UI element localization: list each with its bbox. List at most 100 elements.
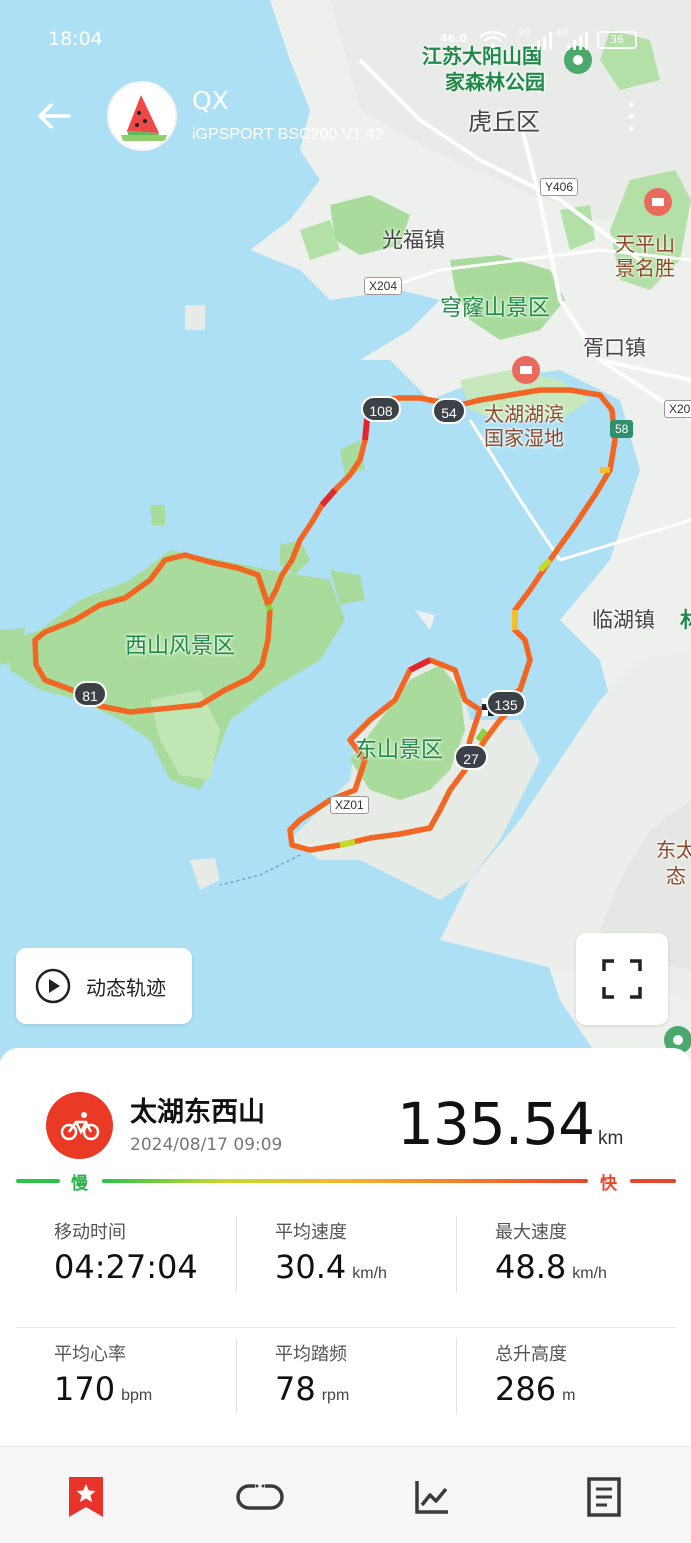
map-label-dongtai: 态: [666, 864, 686, 888]
km-marker: 81: [73, 681, 107, 707]
legend-gradient: [102, 1179, 588, 1183]
map-label-xishan: 西山风景区: [125, 634, 236, 659]
avatar[interactable]: [107, 81, 177, 151]
stat-unit: rpm: [321, 1387, 350, 1404]
poi-pin-icon: [644, 188, 672, 216]
more-dot-icon: [628, 113, 634, 119]
km-marker: 27: [454, 744, 488, 770]
stat-value: 04:27:04: [54, 1248, 198, 1286]
watermelon-avatar-icon: [121, 95, 167, 141]
arrow-left-icon: [38, 103, 71, 129]
play-icon: [35, 968, 71, 1004]
stat-avg-heart-rate: 平均心率 170 bpm: [16, 1328, 236, 1451]
bottom-navigation: [0, 1446, 691, 1543]
map-label-edge: 林: [680, 608, 691, 632]
signal-icon: [531, 32, 552, 50]
network-speed: 46.0: [440, 32, 468, 45]
map-label-tianping: 景名胜: [615, 256, 675, 280]
device-name: iGPSPORT BSC200 V1.42: [192, 126, 384, 143]
fullscreen-button[interactable]: [576, 933, 668, 1025]
stat-unit: km/h: [572, 1265, 607, 1282]
stat-unit: bpm: [121, 1387, 153, 1404]
nav-tab-track[interactable]: [234, 1475, 286, 1519]
nav-tab-chart[interactable]: [410, 1475, 454, 1519]
more-options-button[interactable]: [616, 94, 646, 138]
stat-number: 286: [495, 1370, 557, 1408]
status-bar: 18:04 46.0 4G 4G 36: [0, 28, 691, 54]
km-marker: 54: [432, 398, 466, 424]
more-dot-icon: [628, 101, 634, 107]
stat-max-speed: 最大速度 48.8 km/h: [456, 1216, 676, 1292]
distance-unit: km: [598, 1128, 624, 1149]
stat-unit: km/h: [352, 1265, 387, 1282]
stat-number: 48.8: [495, 1248, 567, 1286]
legend-line-fast: [630, 1179, 676, 1183]
stat-unit: m: [562, 1387, 576, 1404]
battery-icon: 36: [597, 31, 637, 49]
stat-number: 78: [275, 1370, 316, 1408]
activity-summary-panel: 太湖东西山 2024/08/17 09:09 135.54 km 慢 快 移动时…: [0, 1048, 691, 1452]
more-dot-icon: [628, 125, 634, 131]
route-map[interactable]: 18:04 46.0 4G 4G 36 QX iGPSPORT BSC200 V…: [0, 0, 691, 1060]
signal-icon: [567, 32, 588, 50]
road-tag: X204: [364, 277, 403, 295]
stats-row: 移动时间 04:27:04 平均速度 30.4 km/h 最大速度 48.8 km/…: [16, 1206, 676, 1328]
road-tag: 58: [610, 420, 634, 438]
bookmark-star-icon: [69, 1477, 103, 1517]
stat-avg-speed: 平均速度 30.4 km/h: [236, 1216, 456, 1292]
map-label-dongshan: 东山景区: [355, 738, 444, 763]
loop-track-icon: [236, 1483, 284, 1510]
stat-label: 移动时间: [54, 1222, 126, 1243]
stat-number: 170: [54, 1370, 116, 1408]
fullscreen-icon: [602, 959, 642, 999]
stat-label: 平均速度: [275, 1222, 347, 1243]
lte-label: 4G: [518, 28, 531, 38]
stats-grid: 移动时间 04:27:04 平均速度 30.4 km/h 最大速度 48.8 km/…: [16, 1206, 676, 1452]
stat-moving-time: 移动时间 04:27:04: [16, 1206, 236, 1327]
map-label-guangfu: 光福镇: [382, 228, 445, 252]
km-marker: 135: [486, 690, 526, 716]
dynamic-track-button[interactable]: 动态轨迹: [16, 948, 192, 1024]
username: QX: [192, 86, 229, 115]
top-bar: QX iGPSPORT BSC200 V1.42: [0, 80, 691, 152]
stat-label: 平均心率: [54, 1344, 126, 1365]
map-label-linhu: 临湖镇: [592, 608, 655, 632]
stat-avg-cadence: 平均踏频 78 rpm: [236, 1338, 456, 1414]
legend-line-slow: [16, 1179, 60, 1183]
dynamic-track-label: 动态轨迹: [86, 975, 166, 1000]
back-button[interactable]: [32, 94, 76, 138]
document-icon: [587, 1477, 621, 1517]
poi-pin-icon: [512, 356, 540, 384]
activity-distance: 135.54: [397, 1090, 595, 1158]
nav-tab-details[interactable]: [582, 1475, 626, 1519]
stats-row: 平均心率 170 bpm 平均踏频 78 rpm 总升高度 286 m: [16, 1328, 676, 1452]
cycling-sport-icon: [46, 1092, 113, 1159]
stat-label: 总升高度: [495, 1344, 567, 1365]
stat-number: 30.4: [275, 1248, 347, 1286]
line-chart-icon: [415, 1481, 448, 1514]
status-time: 18:04: [48, 28, 103, 50]
stat-total-ascent: 总升高度 286 m: [456, 1338, 676, 1414]
km-marker: 108: [361, 396, 401, 422]
road-tag: X20: [664, 400, 691, 418]
map-label-dongtai: 东太: [656, 838, 691, 862]
nav-tab-star[interactable]: [64, 1475, 108, 1519]
bicycle-icon: [60, 1111, 99, 1140]
map-label-wetland: 国家湿地: [484, 426, 564, 450]
road-tag: XZ01: [330, 796, 369, 814]
wifi-icon: [479, 30, 507, 49]
map-canvas: [0, 0, 691, 1060]
stat-number: 04:27:04: [54, 1248, 198, 1286]
stat-value: 286 m: [495, 1370, 575, 1408]
speed-color-legend: 慢 快: [16, 1167, 676, 1195]
stat-label: 最大速度: [495, 1222, 567, 1243]
activity-datetime: 2024/08/17 09:09: [130, 1135, 283, 1155]
stat-value: 48.8 km/h: [495, 1248, 607, 1286]
map-label-xukou: 胥口镇: [583, 336, 646, 360]
stat-value: 170 bpm: [54, 1370, 152, 1408]
stat-value: 30.4 km/h: [275, 1248, 387, 1286]
road-tag: Y406: [540, 178, 579, 196]
legend-slow-label: 慢: [71, 1174, 88, 1194]
stat-value: 78 rpm: [275, 1370, 349, 1408]
activity-title: 太湖东西山: [130, 1097, 265, 1128]
